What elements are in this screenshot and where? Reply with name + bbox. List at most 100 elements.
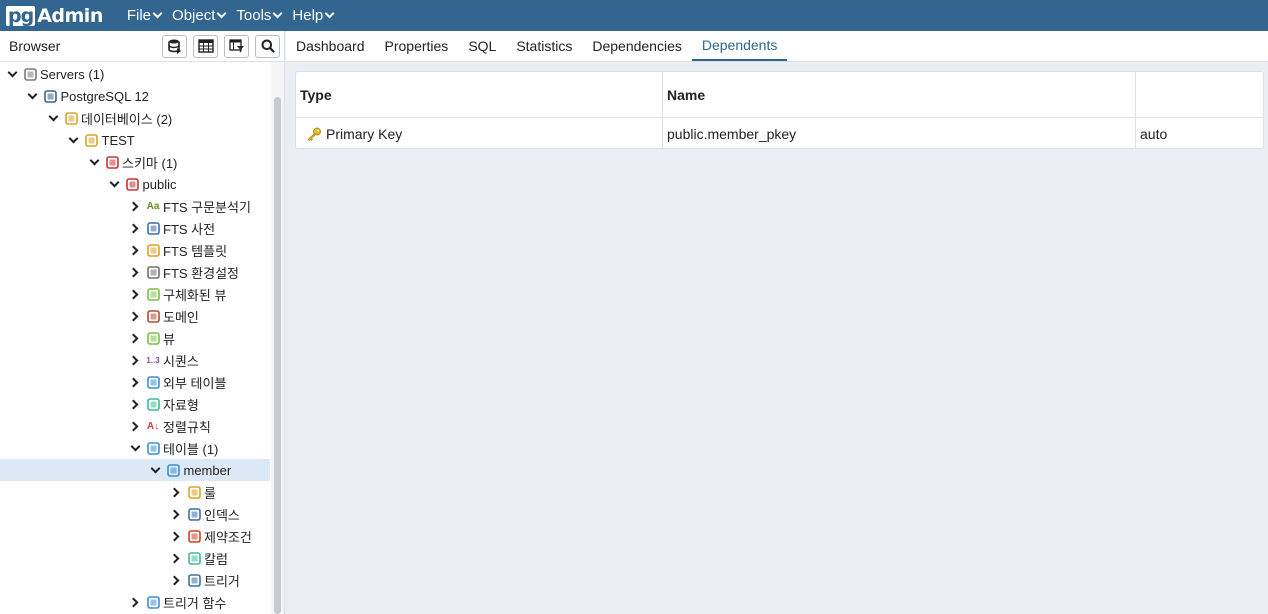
servers-icon [22,66,38,82]
chevron-right-icon[interactable] [128,353,142,367]
chevron-down-icon [324,8,335,19]
tree-node-constraint[interactable]: 제약조건 [169,525,272,547]
chevron-down-icon[interactable] [108,177,122,191]
chevron-right-icon[interactable] [128,243,142,257]
grid-header-row: Type Name [296,72,1263,118]
tree-node-collation[interactable]: A↓ 정렬규칙 [128,415,272,437]
chevron-right-icon[interactable] [169,507,183,521]
tree-node-label: 스키마 (1) [122,155,178,171]
tree-node-databases[interactable]: 데이터베이스 (2) [46,107,272,129]
chevron-down-icon[interactable] [26,89,40,103]
chevron-right-icon[interactable] [169,529,183,543]
tree-node-label: FTS 환경설정 [163,265,240,281]
trigger-function-icon [145,594,161,610]
view-data-button[interactable] [193,34,218,58]
column-header-type[interactable]: Type [296,72,663,117]
menu-tools[interactable]: Tools [236,7,283,24]
chevron-right-icon[interactable] [128,419,142,433]
chevron-down-icon[interactable] [128,441,142,455]
tree-node-materialized-view[interactable]: 구체화된 뷰 [128,283,272,305]
tree-node-label: 트리거 함수 [163,595,227,611]
query-tool-button[interactable] [162,34,187,58]
tree-node-fts-configuration[interactable]: FTS 환경설정 [128,261,272,283]
tree-node-fts-parser[interactable]: Aa FTS 구문분석기 [128,195,272,217]
tree-node-postgres-elephant[interactable]: PostgreSQL 12 [26,85,273,107]
menu-help[interactable]: Help [292,7,335,24]
chevron-right-icon[interactable] [128,265,142,279]
chevron-right-icon[interactable] [128,595,142,609]
tree-node-index[interactable]: 인덱스 [169,503,272,525]
table-icon [166,462,182,478]
chevron-right-icon[interactable] [169,485,183,499]
tree-scrollbar-thumb[interactable] [274,97,281,614]
main-tab-bar: Dashboard Properties SQL Statistics Depe… [286,31,1268,62]
column-header-name[interactable]: Name [663,72,1136,117]
pgadmin-logo[interactable]: pg Admin [6,0,103,31]
chevron-right-icon[interactable] [128,397,142,411]
tree-node-servers[interactable]: Servers (1) [5,63,272,85]
chevron-right-icon[interactable] [169,551,183,565]
chevron-down-icon[interactable] [5,67,19,81]
database-icon [167,39,181,54]
cell-restriction: auto [1140,125,1168,142]
tree-node-database[interactable]: TEST [67,129,273,151]
chevron-right-icon[interactable] [128,309,142,323]
tree-node-label: 데이터베이스 (2) [81,111,173,127]
chevron-right-icon[interactable] [128,375,142,389]
tree-node-view[interactable]: 뷰 [128,327,272,349]
tree-node-sequence[interactable]: 1..3 시퀀스 [128,349,272,371]
cell-type-text: Primary Key [326,125,403,142]
chevron-down-icon [152,8,163,19]
menu-file[interactable]: File [127,7,163,24]
column-icon [186,550,202,566]
tree-node-schemas[interactable]: 스키마 (1) [87,151,272,173]
chevron-right-icon[interactable] [128,287,142,301]
column-header-restriction[interactable] [1136,72,1263,117]
tree-scrollbar[interactable] [271,62,284,614]
tree-node-rule[interactable]: 룰 [169,481,272,503]
tree-node-foreign-table[interactable]: 외부 테이블 [128,371,272,393]
tree-node-type[interactable]: 자료형 [128,393,272,415]
tree-node-schema[interactable]: public [108,173,273,195]
chevron-down-icon[interactable] [46,111,60,125]
search-objects-button[interactable] [255,34,280,58]
browser-panel: Browser Servers (1) PostgreSQL 12 데이터베이스 (… [0,31,285,614]
tree-node-fts-template[interactable]: FTS 템플릿 [128,239,272,261]
tree-node-label: 정렬규칙 [163,419,211,435]
tree-node-label: 자료형 [163,397,199,413]
tab-dependencies[interactable]: Dependencies [582,30,692,61]
chevron-right-icon[interactable] [128,199,142,213]
chevron-down-icon[interactable] [87,155,101,169]
chevron-right-icon[interactable] [169,573,183,587]
tree-node-column[interactable]: 칼럼 [169,547,272,569]
postgres-elephant-icon [43,88,59,104]
chevron-down-icon[interactable] [67,133,81,147]
tab-dependents[interactable]: Dependents [691,30,788,61]
tree-node-trigger[interactable]: 트리거 [169,569,272,591]
schema-icon [125,176,141,192]
tree-node-table[interactable]: member [0,459,270,481]
table-row[interactable]: Primary Key public.member_pkey auto [296,118,1263,149]
tree-node-label: 칼럼 [204,551,228,567]
menu-object[interactable]: Object [172,7,227,24]
logo-pg-text: pg [6,4,36,27]
filtered-rows-button[interactable] [224,34,249,58]
tab-properties[interactable]: Properties [375,30,459,61]
tab-dashboard[interactable]: Dashboard [286,30,375,61]
chevron-right-icon[interactable] [128,331,142,345]
tree-node-domain[interactable]: 도메인 [128,305,272,327]
databases-icon [63,110,79,126]
collation-icon: A↓ [146,420,160,432]
tree-node-tables[interactable]: 테이블 (1) [128,437,272,459]
tree-node-trigger-function[interactable]: 트리거 함수 [128,591,272,613]
dependents-panel: Type Name Primary Key public.member_pkey… [286,62,1268,614]
tables-icon [145,440,161,456]
tab-statistics[interactable]: Statistics [506,30,582,61]
chevron-down-icon[interactable] [149,463,163,477]
menu-tools-label: Tools [236,7,272,24]
chevron-right-icon[interactable] [128,221,142,235]
tree-node-label: 룰 [204,485,216,501]
database-icon [84,132,100,148]
tab-sql[interactable]: SQL [458,30,506,61]
tree-node-fts-dictionary[interactable]: FTS 사전 [128,217,272,239]
